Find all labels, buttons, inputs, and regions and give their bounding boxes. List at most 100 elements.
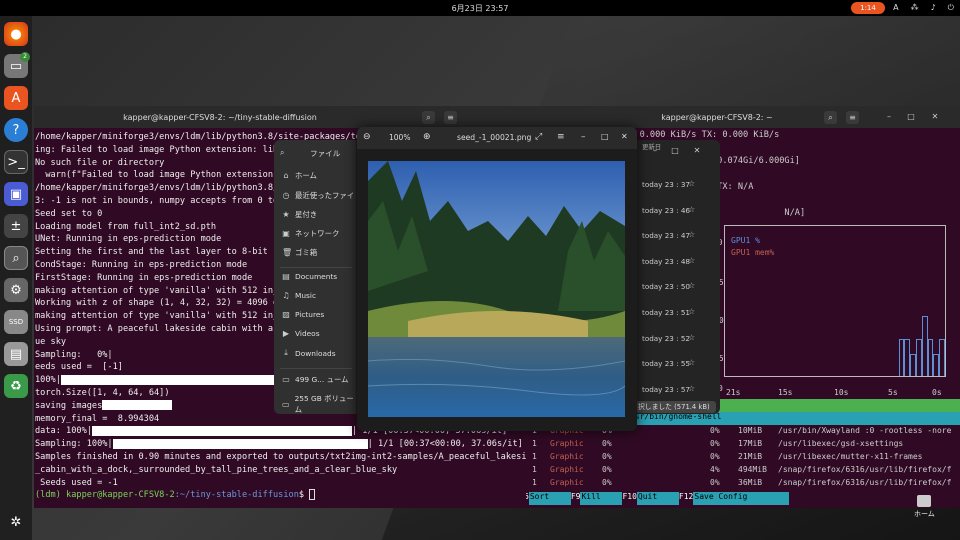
sidebar-item[interactable]: ▣ ネットワーク: [282, 228, 339, 239]
terminal-line-text: FirstStage: Running in eps-prediction mo…: [35, 272, 253, 283]
volume-icon[interactable]: ♪: [931, 3, 936, 13]
menu-icon[interactable]: ≡: [444, 111, 457, 124]
graph-legend-gpu: GPU1 %: [731, 236, 760, 245]
maximize-icon[interactable]: □: [670, 146, 680, 156]
sidebar-item-label: 255 GB ボリューム: [294, 394, 354, 414]
calculator-icon[interactable]: ±: [4, 214, 28, 238]
fkey-label-3[interactable]: Save Config: [693, 492, 790, 505]
file-modified-time[interactable]: today 23 : 55: [642, 359, 690, 368]
top-bar: 6月23日 23:57 1:14 A ⁂ ♪ ⏻: [0, 0, 960, 16]
minimize-icon[interactable]: –: [884, 112, 894, 122]
minimize-icon[interactable]: –: [650, 146, 660, 156]
image-viewer-window[interactable]: ⊖ 100% ⊕ seed_-1_00021.png ⤢ ≡ – □ ✕: [357, 127, 637, 431]
terminal-line-text: Working with z of shape (1, 4, 32, 32) =…: [35, 298, 284, 309]
star-icon[interactable]: ☆: [688, 230, 695, 239]
help-icon[interactable]: ?: [4, 118, 28, 142]
star-icon[interactable]: ☆: [688, 179, 695, 188]
clock[interactable]: 6月23日 23:57: [0, 3, 960, 14]
firefox-icon[interactable]: ●: [4, 22, 28, 46]
star-icon[interactable]: ☆: [688, 307, 695, 316]
sidebar-item[interactable]: ★ 星付き: [282, 209, 317, 220]
titlebar[interactable]: kapper@kapper-CFSV8-2: ~ ⌕ ≡ – □ ✕: [474, 106, 960, 128]
input-method-indicator[interactable]: A: [893, 3, 898, 13]
progress-bar-fill: [102, 400, 173, 411]
star-icon[interactable]: ☆: [688, 358, 695, 367]
maximize-icon[interactable]: □: [601, 132, 609, 141]
sidebar-item[interactable]: ▤ Documents: [282, 272, 337, 281]
file-modified-time[interactable]: today 23 : 37: [642, 180, 690, 189]
sidebar-item[interactable]: 🗑 ゴミ箱: [282, 247, 317, 258]
terminal-icon[interactable]: >_: [4, 150, 28, 174]
sidebar-item[interactable]: ▭ 255 GB ボリューム: [282, 393, 356, 414]
files-badge: 2: [20, 52, 30, 62]
terminal-line-text: ue sky: [35, 336, 67, 347]
proc-mem: 21MiB: [738, 452, 763, 461]
sidebar-item[interactable]: ▶ Videos: [282, 329, 320, 338]
sidebar-item[interactable]: ▨ Pictures: [282, 310, 324, 319]
zoom-level[interactable]: 100%: [389, 133, 410, 142]
star-icon[interactable]: ☆: [688, 333, 695, 342]
search-icon[interactable]: ⌕: [824, 111, 837, 124]
system-tray[interactable]: A ⁂ ♪ ⏻: [893, 3, 954, 13]
maximize-icon[interactable]: □: [906, 112, 916, 122]
screenshot-icon[interactable]: ▣: [4, 182, 28, 206]
sidebar-item[interactable]: ♫ Music: [282, 291, 316, 300]
close-icon[interactable]: ✕: [692, 146, 702, 156]
fkey-3[interactable]: F12: [679, 492, 693, 505]
file-modified-time[interactable]: today 23 : 46: [642, 206, 690, 215]
files-icon[interactable]: ▭ 2: [4, 52, 30, 78]
file-modified-time[interactable]: today 23 : 52: [642, 334, 690, 343]
fkey-1[interactable]: F9: [571, 492, 581, 505]
app-grid-icon[interactable]: ✲: [4, 510, 28, 534]
fkey-label-2[interactable]: Quit: [636, 492, 679, 505]
sidebar-item[interactable]: ◷ 最近使ったファイ: [282, 190, 355, 201]
disk-icon[interactable]: ▤: [4, 342, 28, 366]
fkey-2[interactable]: F10: [622, 492, 636, 505]
star-icon[interactable]: ☆: [688, 384, 695, 393]
proc-cpu: 0%: [710, 426, 720, 435]
power-icon[interactable]: ⏻: [948, 3, 954, 13]
sidebar-item-label: ホーム: [295, 171, 317, 180]
search-icon[interactable]: ⌕: [280, 148, 284, 158]
fkey-label-1[interactable]: Kill: [580, 492, 623, 505]
proc-mem: 17MiB: [738, 439, 763, 448]
sidebar-item[interactable]: ▭ 499 G... ューム: [282, 374, 348, 385]
file-modified-time[interactable]: today 23 : 51: [642, 308, 690, 317]
minimize-icon[interactable]: –: [581, 132, 586, 142]
terminal-line-text: Sampling: 0%|: [35, 349, 113, 360]
zoom-out-icon[interactable]: ⊖: [363, 132, 371, 142]
file-modified-time[interactable]: today 23 : 48: [642, 257, 690, 266]
file-modified-time[interactable]: today 23 : 47: [642, 231, 690, 240]
software-icon[interactable]: A: [4, 86, 28, 110]
close-icon[interactable]: ✕: [621, 132, 628, 141]
gpu-usage-graph: GPU1 % GPU1 mem%: [724, 225, 946, 377]
file-modified-time[interactable]: today 23 : 57: [642, 385, 690, 394]
shell-prompt[interactable]: (ldm) kapper@kapper-CFSV8-2:~/tiny-stabl…: [35, 489, 525, 502]
star-icon[interactable]: ☆: [688, 205, 695, 214]
fkey-label-0[interactable]: Sort: [528, 492, 571, 505]
settings-icon[interactable]: ⚙: [4, 278, 28, 302]
recording-indicator[interactable]: 1:14: [851, 2, 885, 14]
home-folder-desktop-icon[interactable]: ホーム: [914, 495, 935, 519]
zoom-in-icon[interactable]: ⊕: [423, 132, 431, 142]
network-icon[interactable]: ⁂: [911, 3, 919, 13]
titlebar[interactable]: kapper@kapper-CFSV8-2: ~/tiny-stable-dif…: [34, 106, 526, 128]
fullscreen-icon[interactable]: ⤢: [535, 132, 542, 142]
star-icon[interactable]: ☆: [688, 281, 695, 290]
file-modified-time[interactable]: today 23 : 50: [642, 282, 690, 291]
search-icon[interactable]: ⌕: [422, 111, 435, 124]
trash-icon[interactable]: ♻: [4, 374, 28, 398]
drive-icon: ▭: [282, 399, 290, 409]
function-key-bar: 6 Sort F9 Kill F10 Quit F12 Save Config: [524, 492, 960, 505]
close-icon[interactable]: ✕: [930, 112, 940, 122]
star-icon[interactable]: ☆: [688, 256, 695, 265]
viewer-headerbar[interactable]: ⊖ 100% ⊕ seed_-1_00021.png ⤢ ≡ – □ ✕: [357, 127, 637, 149]
menu-icon[interactable]: ≡: [557, 132, 565, 142]
sidebar-item[interactable]: ⤓ Downloads: [282, 348, 335, 358]
menu-icon[interactable]: ≡: [846, 111, 859, 124]
terminal-line-text: ing: Failed to load image Python extensi…: [35, 144, 284, 155]
image-viewer-icon[interactable]: ⌕: [4, 246, 28, 270]
ssd-icon[interactable]: SSD: [4, 310, 28, 334]
sidebar-item[interactable]: ⌂ ホーム: [282, 170, 317, 181]
progress-suffix: | 1/1 [00:37<00:00, 37.06s/it]: [367, 439, 523, 450]
